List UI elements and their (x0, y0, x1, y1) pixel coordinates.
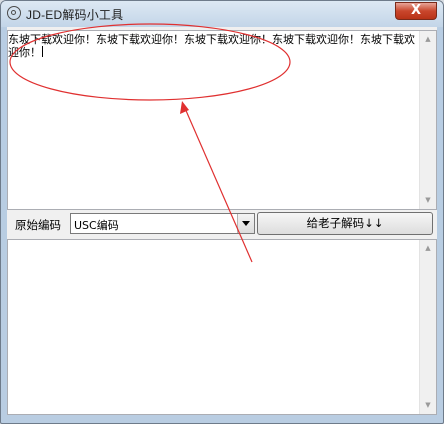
client-area: 东坡下载欢迎你！东坡下载欢迎你！东坡下载欢迎你！东坡下载欢迎你！东坡下载欢迎你！… (7, 27, 437, 415)
scroll-down-icon[interactable]: ▼ (420, 192, 436, 209)
title-bar[interactable]: JD-ED解码小工具 X (1, 1, 443, 27)
scroll-down-icon[interactable]: ▼ (420, 397, 436, 414)
chevron-down-icon[interactable] (237, 214, 254, 233)
scroll-up-icon[interactable]: ▲ (420, 240, 436, 257)
input-scrollbar[interactable]: ▲ ▼ (419, 31, 436, 209)
encoding-select[interactable]: USC编码 (70, 213, 255, 234)
text-caret (42, 46, 43, 57)
output-scrollbar[interactable]: ▲ ▼ (419, 240, 436, 414)
encoding-select-value: USC编码 (74, 219, 119, 232)
close-button[interactable]: X (395, 2, 437, 20)
scroll-up-icon[interactable]: ▲ (420, 31, 436, 48)
decode-button[interactable]: 给老子解码↓↓ (257, 212, 433, 235)
app-logo-icon (7, 6, 21, 20)
app-window: JD-ED解码小工具 X 东坡下载欢迎你！东坡下载欢迎你！东坡下载欢迎你！东坡下… (0, 0, 444, 424)
encoding-toolbar: 原始编码 USC编码 给老子解码↓↓ (7, 212, 437, 236)
input-textarea[interactable]: 东坡下载欢迎你！东坡下载欢迎你！东坡下载欢迎你！东坡下载欢迎你！东坡下载欢迎你！… (7, 30, 437, 210)
source-encoding-label: 原始编码 (15, 218, 61, 232)
input-text-value: 东坡下载欢迎你！东坡下载欢迎你！东坡下载欢迎你！东坡下载欢迎你！东坡下载欢迎你！ (8, 33, 415, 59)
window-title: JD-ED解码小工具 (26, 8, 124, 22)
input-text: 东坡下载欢迎你！东坡下载欢迎你！东坡下载欢迎你！东坡下载欢迎你！东坡下载欢迎你！ (8, 33, 416, 59)
output-textarea[interactable]: ▲ ▼ (7, 239, 437, 415)
